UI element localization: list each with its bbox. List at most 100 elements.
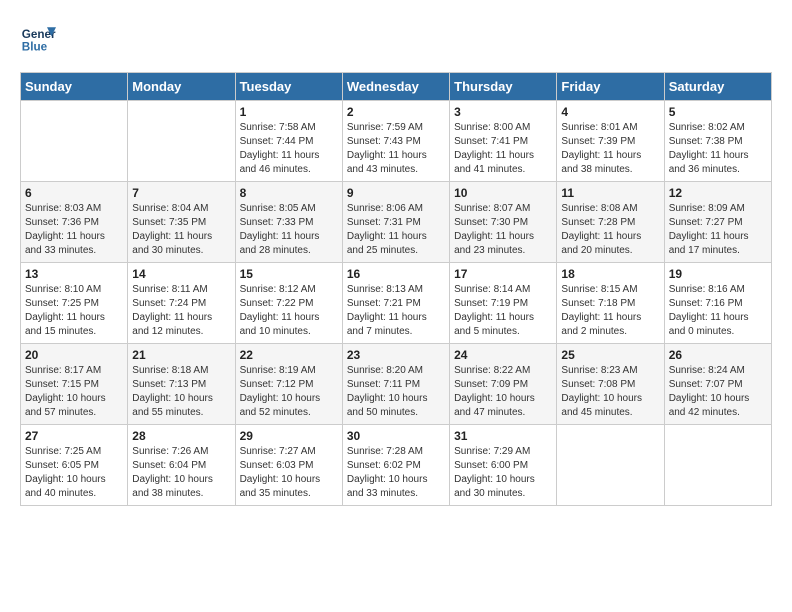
day-number: 23 [347, 348, 445, 362]
day-info: Sunrise: 8:18 AM Sunset: 7:13 PM Dayligh… [132, 364, 230, 420]
calendar-cell: 2 Sunrise: 7:59 AM Sunset: 7:43 PM Daylig… [342, 101, 449, 182]
day-info: Sunrise: 8:01 AM Sunset: 7:39 PM Dayligh… [561, 121, 659, 177]
day-number: 12 [669, 186, 767, 200]
day-number: 26 [669, 348, 767, 362]
day-number: 6 [25, 186, 123, 200]
day-info: Sunrise: 8:08 AM Sunset: 7:28 PM Dayligh… [561, 202, 659, 258]
calendar-cell: 22 Sunrise: 8:19 AM Sunset: 7:12 PM Dayli… [235, 344, 342, 425]
day-info: Sunrise: 8:15 AM Sunset: 7:18 PM Dayligh… [561, 283, 659, 339]
day-info: Sunrise: 8:04 AM Sunset: 7:35 PM Dayligh… [132, 202, 230, 258]
calendar-cell: 13 Sunrise: 8:10 AM Sunset: 7:25 PM Dayli… [21, 263, 128, 344]
day-number: 21 [132, 348, 230, 362]
day-info: Sunrise: 8:16 AM Sunset: 7:16 PM Dayligh… [669, 283, 767, 339]
calendar-cell: 23 Sunrise: 8:20 AM Sunset: 7:11 PM Dayli… [342, 344, 449, 425]
day-info: Sunrise: 8:11 AM Sunset: 7:24 PM Dayligh… [132, 283, 230, 339]
calendar-cell: 24Sunrise: 8:22 AM Sunset: 7:09 PM Dayli… [450, 344, 557, 425]
day-number: 8 [240, 186, 338, 200]
calendar-cell [128, 101, 235, 182]
calendar-cell: 16 Sunrise: 8:13 AM Sunset: 7:21 PM Dayli… [342, 263, 449, 344]
day-info: Sunrise: 8:20 AM Sunset: 7:11 PM Dayligh… [347, 364, 445, 420]
calendar-cell: 5 Sunrise: 8:02 AM Sunset: 7:38 PM Daylig… [664, 101, 771, 182]
calendar-cell: 31 Sunrise: 7:29 AM Sunset: 6:00 PM Dayli… [450, 425, 557, 506]
day-info: Sunrise: 8:09 AM Sunset: 7:27 PM Dayligh… [669, 202, 767, 258]
day-number: 31 [454, 429, 552, 443]
calendar-cell: 11 Sunrise: 8:08 AM Sunset: 7:28 PM Dayli… [557, 182, 664, 263]
day-number: 22 [240, 348, 338, 362]
calendar-cell: 4 Sunrise: 8:01 AM Sunset: 7:39 PM Daylig… [557, 101, 664, 182]
calendar-cell: 1Sunrise: 7:58 AM Sunset: 7:44 PM Daylig… [235, 101, 342, 182]
calendar-cell: 30Sunrise: 7:28 AM Sunset: 6:02 PM Dayli… [342, 425, 449, 506]
day-number: 15 [240, 267, 338, 281]
day-number: 19 [669, 267, 767, 281]
day-number: 17 [454, 267, 552, 281]
logo: General Blue [20, 20, 56, 56]
calendar-cell: 12 Sunrise: 8:09 AM Sunset: 7:27 PM Dayli… [664, 182, 771, 263]
svg-text:Blue: Blue [22, 41, 48, 54]
calendar-cell: 6Sunrise: 8:03 AM Sunset: 7:36 PM Daylig… [21, 182, 128, 263]
day-number: 1 [240, 105, 338, 119]
col-header-sunday: Sunday [21, 73, 128, 101]
calendar-cell: 7 Sunrise: 8:04 AM Sunset: 7:35 PM Daylig… [128, 182, 235, 263]
week-row: 27 Sunrise: 7:25 AM Sunset: 6:05 PM Dayli… [21, 425, 772, 506]
day-info: Sunrise: 7:25 AM Sunset: 6:05 PM Dayligh… [25, 445, 123, 501]
col-header-wednesday: Wednesday [342, 73, 449, 101]
calendar-cell [557, 425, 664, 506]
day-number: 29 [240, 429, 338, 443]
calendar-cell: 29Sunrise: 7:27 AM Sunset: 6:03 PM Dayli… [235, 425, 342, 506]
week-row: 20 Sunrise: 8:17 AM Sunset: 7:15 PM Dayli… [21, 344, 772, 425]
day-number: 16 [347, 267, 445, 281]
day-number: 13 [25, 267, 123, 281]
day-number: 10 [454, 186, 552, 200]
calendar-cell: 18 Sunrise: 8:15 AM Sunset: 7:18 PM Dayli… [557, 263, 664, 344]
day-info: Sunrise: 8:07 AM Sunset: 7:30 PM Dayligh… [454, 202, 552, 258]
calendar-cell: 17 Sunrise: 8:14 AM Sunset: 7:19 PM Dayli… [450, 263, 557, 344]
page-header: General Blue [20, 20, 772, 56]
day-number: 3 [454, 105, 552, 119]
day-info: Sunrise: 8:24 AM Sunset: 7:07 PM Dayligh… [669, 364, 767, 420]
calendar-cell: 3 Sunrise: 8:00 AM Sunset: 7:41 PM Daylig… [450, 101, 557, 182]
day-info: Sunrise: 8:10 AM Sunset: 7:25 PM Dayligh… [25, 283, 123, 339]
day-number: 27 [25, 429, 123, 443]
calendar-cell: 28Sunrise: 7:26 AM Sunset: 6:04 PM Dayli… [128, 425, 235, 506]
day-info: Sunrise: 8:05 AM Sunset: 7:33 PM Dayligh… [240, 202, 338, 258]
calendar-cell: 21 Sunrise: 8:18 AM Sunset: 7:13 PM Dayli… [128, 344, 235, 425]
day-number: 9 [347, 186, 445, 200]
day-info: Sunrise: 7:59 AM Sunset: 7:43 PM Dayligh… [347, 121, 445, 177]
calendar-cell: 10 Sunrise: 8:07 AM Sunset: 7:30 PM Dayli… [450, 182, 557, 263]
day-info: Sunrise: 8:02 AM Sunset: 7:38 PM Dayligh… [669, 121, 767, 177]
col-header-friday: Friday [557, 73, 664, 101]
calendar-cell: 26 Sunrise: 8:24 AM Sunset: 7:07 PM Dayli… [664, 344, 771, 425]
day-number: 25 [561, 348, 659, 362]
col-header-monday: Monday [128, 73, 235, 101]
calendar-cell: 27 Sunrise: 7:25 AM Sunset: 6:05 PM Dayli… [21, 425, 128, 506]
day-info: Sunrise: 8:13 AM Sunset: 7:21 PM Dayligh… [347, 283, 445, 339]
day-info: Sunrise: 7:28 AM Sunset: 6:02 PM Dayligh… [347, 445, 445, 501]
day-number: 11 [561, 186, 659, 200]
calendar-cell: 14 Sunrise: 8:11 AM Sunset: 7:24 PM Dayli… [128, 263, 235, 344]
day-info: Sunrise: 8:12 AM Sunset: 7:22 PM Dayligh… [240, 283, 338, 339]
day-number: 28 [132, 429, 230, 443]
day-number: 5 [669, 105, 767, 119]
calendar-cell [664, 425, 771, 506]
col-header-tuesday: Tuesday [235, 73, 342, 101]
day-number: 14 [132, 267, 230, 281]
day-info: Sunrise: 8:14 AM Sunset: 7:19 PM Dayligh… [454, 283, 552, 339]
day-info: Sunrise: 8:17 AM Sunset: 7:15 PM Dayligh… [25, 364, 123, 420]
calendar-cell: 25Sunrise: 8:23 AM Sunset: 7:08 PM Dayli… [557, 344, 664, 425]
col-header-thursday: Thursday [450, 73, 557, 101]
day-number: 2 [347, 105, 445, 119]
calendar-cell: 9 Sunrise: 8:06 AM Sunset: 7:31 PM Daylig… [342, 182, 449, 263]
day-info: Sunrise: 8:06 AM Sunset: 7:31 PM Dayligh… [347, 202, 445, 258]
day-info: Sunrise: 8:19 AM Sunset: 7:12 PM Dayligh… [240, 364, 338, 420]
day-info: Sunrise: 8:22 AM Sunset: 7:09 PM Dayligh… [454, 364, 552, 420]
day-number: 4 [561, 105, 659, 119]
calendar-cell: 20 Sunrise: 8:17 AM Sunset: 7:15 PM Dayli… [21, 344, 128, 425]
week-row: 1Sunrise: 7:58 AM Sunset: 7:44 PM Daylig… [21, 101, 772, 182]
week-row: 13 Sunrise: 8:10 AM Sunset: 7:25 PM Dayli… [21, 263, 772, 344]
day-number: 7 [132, 186, 230, 200]
day-info: Sunrise: 7:29 AM Sunset: 6:00 PM Dayligh… [454, 445, 552, 501]
day-info: Sunrise: 8:00 AM Sunset: 7:41 PM Dayligh… [454, 121, 552, 177]
day-number: 18 [561, 267, 659, 281]
calendar-cell: 8 Sunrise: 8:05 AM Sunset: 7:33 PM Daylig… [235, 182, 342, 263]
day-number: 20 [25, 348, 123, 362]
